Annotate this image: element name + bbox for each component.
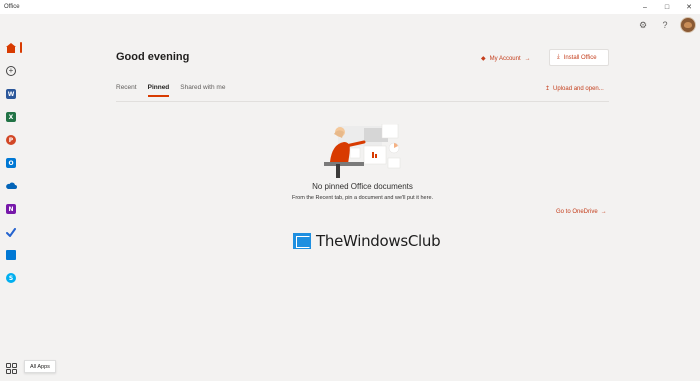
arrow-right-icon: → — [600, 209, 607, 215]
powerpoint-icon: P — [6, 135, 16, 145]
rail-item-onedrive[interactable] — [0, 177, 22, 195]
word-icon: W — [6, 89, 16, 99]
help-icon[interactable]: ? — [658, 18, 672, 32]
grid-icon — [5, 362, 11, 368]
document-tabs: Recent Pinned Shared with me — [116, 84, 225, 97]
excel-icon: X — [6, 112, 16, 122]
tab-recent[interactable]: Recent — [116, 84, 137, 97]
my-account-button[interactable]: ◆ My Account → — [474, 50, 538, 67]
app-rail: + W X P O N S — [0, 36, 22, 381]
go-to-onedrive-link[interactable]: Go to OneDrive → — [556, 209, 607, 215]
all-apps-button[interactable] — [4, 361, 18, 375]
rail-item-create[interactable]: + — [0, 62, 22, 80]
rail-item-word[interactable]: W — [0, 85, 22, 103]
avatar[interactable] — [680, 17, 696, 33]
todo-check-icon — [6, 227, 16, 237]
rail-item-excel[interactable]: X — [0, 108, 22, 126]
minimize-button[interactable]: – — [634, 0, 656, 14]
app-header: ⚙ ? — [0, 14, 700, 36]
watermark-text: TheWindowsClub — [316, 232, 441, 250]
maximize-button[interactable]: □ — [656, 0, 678, 14]
calendar-icon — [6, 250, 16, 260]
install-office-button[interactable]: ⤓ Install Office — [549, 49, 609, 66]
home-icon — [6, 43, 16, 53]
skype-icon: S — [6, 273, 16, 283]
diamond-icon: ◆ — [481, 56, 486, 62]
window-title: Office — [4, 4, 20, 10]
empty-state-subtitle: From the Recent tab, pin a document and … — [291, 195, 434, 201]
outlook-icon: O — [6, 158, 16, 168]
rail-item-todo[interactable] — [0, 223, 22, 241]
greeting-heading: Good evening — [116, 51, 190, 63]
upload-open-link[interactable]: ↥ Upload and open... — [545, 85, 604, 93]
empty-state-illustration — [324, 124, 401, 178]
settings-icon[interactable]: ⚙ — [636, 18, 650, 32]
plus-icon: + — [6, 66, 16, 76]
rail-item-onenote[interactable]: N — [0, 200, 22, 218]
onedrive-icon — [6, 182, 17, 189]
main-content: Good evening ◆ My Account → ⤓ Install Of… — [22, 36, 700, 381]
close-button[interactable]: ✕ — [678, 0, 700, 14]
rail-item-calendar[interactable] — [0, 246, 22, 264]
empty-state-title: No pinned Office documents — [312, 182, 413, 191]
rail-item-home[interactable] — [0, 39, 22, 57]
onenote-icon: N — [6, 204, 16, 214]
rail-item-skype[interactable]: S — [0, 269, 22, 287]
rail-item-outlook[interactable]: O — [0, 154, 22, 172]
arrow-right-icon: → — [524, 55, 531, 62]
tab-divider — [116, 101, 609, 102]
tab-pinned[interactable]: Pinned — [147, 84, 170, 97]
windows-club-logo-icon — [293, 233, 311, 249]
tab-shared[interactable]: Shared with me — [180, 84, 225, 97]
download-icon: ⤓ — [557, 54, 560, 60]
title-bar: Office – □ ✕ — [0, 0, 700, 14]
upload-icon: ↥ — [545, 86, 551, 92]
watermark: TheWindowsClub — [293, 232, 441, 250]
rail-item-powerpoint[interactable]: P — [0, 131, 22, 149]
